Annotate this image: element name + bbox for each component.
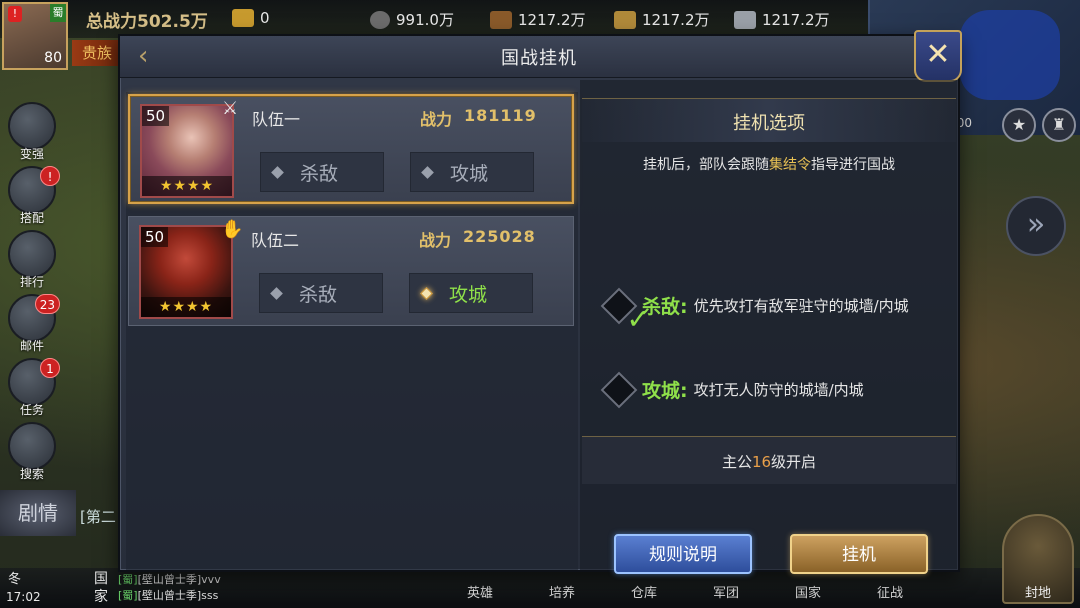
close-icon[interactable]: ✕ (914, 30, 962, 82)
nav-warehouse[interactable]: 仓库 (624, 582, 664, 601)
sidebar-item-strengthen[interactable]: 变强 (4, 102, 60, 164)
dialog-title: 国战挂机 (501, 48, 577, 69)
sidebar-item-quest[interactable]: 1 任务 (4, 358, 60, 420)
bottom-nav: 英雄 培养 仓库 军团 国家 征战 (460, 582, 910, 601)
resource-food: 0 (232, 9, 270, 27)
resource-stone: 1217.2万 (614, 9, 710, 30)
nav-legion[interactable]: 军团 (706, 582, 746, 601)
nav-heroes[interactable]: 英雄 (460, 582, 500, 601)
mode-siege-button[interactable]: 攻城 (410, 152, 534, 192)
team-card-1[interactable]: 50 ★★★★ ⚔ 队伍一 战力 181119 杀敌 攻城 (128, 94, 574, 204)
clock: 17:02 (6, 590, 41, 604)
sidebar-item-mail[interactable]: 23 邮件 (4, 294, 60, 356)
dialog-header: ‹ 国战挂机 (120, 36, 958, 78)
food-icon (232, 9, 254, 27)
notification-badge: ! (40, 166, 60, 186)
sidebar-item-search[interactable]: 搜索 (4, 422, 60, 484)
mode-kill-button[interactable]: 杀敌 (259, 273, 383, 313)
team-power: 181119 (464, 106, 537, 125)
story-peek-text: [第二 (80, 508, 116, 526)
coin-icon (370, 10, 390, 29)
player-alert-badge: ! (8, 6, 22, 22)
resource-iron: 1217.2万 (734, 9, 830, 30)
option-text: 优先攻打有敌军驻守的城墙/内城 (693, 297, 909, 315)
afk-button[interactable]: 挂机 (790, 534, 928, 574)
options-description: 挂机后，部队会跟随集结令指导进行国战 (643, 157, 895, 173)
team-list: 50 ★★★★ ⚔ 队伍一 战力 181119 杀敌 攻城 50 ★★★★ ✋ … (126, 92, 578, 570)
player-level: 80 (44, 50, 62, 66)
nav-nation[interactable]: 国家 (788, 582, 828, 601)
fief-button[interactable]: 封地 (1002, 514, 1074, 604)
options-title: 挂机选项 (733, 113, 805, 134)
mode-kill-button[interactable]: 杀敌 (260, 152, 384, 192)
option-siege-checkbox[interactable] (600, 371, 638, 408)
expand-arrow-icon[interactable]: » (1006, 196, 1066, 256)
minimap-territory (960, 10, 1060, 100)
afk-options-pane: 挂机选项 挂机后，部队会跟随集结令指导进行国战 ✓ 杀敌: 优先攻打有敌军驻守的… (580, 80, 958, 574)
hero-portrait: 50 ★★★★ (140, 104, 234, 198)
hero-portrait: 50 ★★★★ (139, 225, 233, 319)
unlock-text: 主公16级开启 (721, 453, 817, 471)
notification-badge: 1 (40, 358, 60, 378)
player-avatar[interactable]: ! 蜀 80 (2, 2, 68, 70)
team-card-2[interactable]: 50 ★★★★ ✋ 队伍二 战力 225028 杀敌 攻城 (128, 216, 574, 326)
option-siege[interactable]: 攻城: 攻打无人防守的城墙/内城 (600, 371, 864, 408)
notification-badge: 23 (34, 294, 60, 314)
sidebar-item-rank[interactable]: 排行 (4, 230, 60, 292)
team-power: 225028 (463, 227, 536, 246)
left-sidebar: 变强 ! 搭配 排行 23 邮件 1 任务 搜索 (4, 102, 64, 486)
options-header: 挂机选项 (582, 98, 956, 142)
minimap-actions: ★ ♜ (1002, 108, 1076, 142)
option-kill-checkbox[interactable]: ✓ (600, 287, 650, 335)
nav-campaign[interactable]: 征战 (870, 582, 910, 601)
bar-chart-icon (8, 230, 56, 278)
hero-stars: ★★★★ (141, 297, 231, 317)
diamond-icon (420, 286, 433, 300)
mail-crown-icon[interactable]: ♜ (1042, 108, 1076, 142)
team-name: 队伍一 (252, 110, 301, 129)
fist-flag-icon: ✋ (221, 219, 244, 240)
search-icon (8, 422, 56, 470)
hero-stars: ★★★★ (142, 176, 232, 196)
chat-channel[interactable]: 国家 (94, 570, 112, 606)
total-power: 总战力502.5万 (86, 12, 208, 32)
chat-line: [蜀][壁山曾士季]sss (118, 589, 219, 602)
option-kill[interactable]: ✓ 杀敌: 优先攻打有敌军驻守的城墙/内城 (600, 287, 909, 335)
vip-tag[interactable]: 贵族 (72, 40, 124, 66)
iron-icon (734, 10, 756, 29)
faction-flag: 蜀 (50, 4, 66, 22)
power-label: 战力 (420, 110, 453, 129)
option-name: 攻城: (642, 380, 688, 402)
star-icon[interactable]: ★ (1002, 108, 1036, 142)
checkmark-icon: ✓ (626, 301, 650, 335)
nation-war-afk-dialog: ‹ 国战挂机 ✕ 50 ★★★★ ⚔ 队伍一 战力 181119 杀敌 攻城 5… (118, 30, 962, 574)
resource-coin: 991.0万 (370, 9, 454, 30)
sidebar-item-match[interactable]: ! 搭配 (4, 166, 60, 228)
power-label: 战力 (419, 231, 452, 250)
resource-topbar: 总战力502.5万 0 991.0万 1217.2万 1217.2万 1217.… (0, 0, 870, 38)
hero-level: 50 (142, 106, 170, 126)
unlock-requirement: 主公16级开启 (582, 436, 956, 484)
resource-wood: 1217.2万 (490, 9, 586, 30)
mode-siege-button[interactable]: 攻城 (409, 273, 533, 313)
wood-icon (490, 10, 512, 29)
chat-line: [蜀][壁山曾士季]vvv (118, 573, 221, 586)
diamond-icon (271, 165, 284, 179)
stone-icon (614, 10, 636, 29)
diamond-icon (270, 286, 283, 300)
rules-button[interactable]: 规则说明 (614, 534, 752, 574)
season-indicator: 冬 (8, 572, 22, 587)
fist-icon (8, 102, 56, 150)
crossed-swords-icon: ⚔ (222, 98, 239, 119)
option-text: 攻打无人防守的城墙/内城 (693, 381, 864, 399)
nav-train[interactable]: 培养 (542, 582, 582, 601)
diamond-icon (421, 165, 434, 179)
chat-feed[interactable]: [蜀][壁山曾士季]vvv [蜀][壁山曾士季]sss (118, 572, 221, 604)
hero-level: 50 (141, 227, 169, 247)
story-button[interactable]: 剧情 (0, 490, 76, 536)
team-name: 队伍二 (251, 231, 300, 250)
